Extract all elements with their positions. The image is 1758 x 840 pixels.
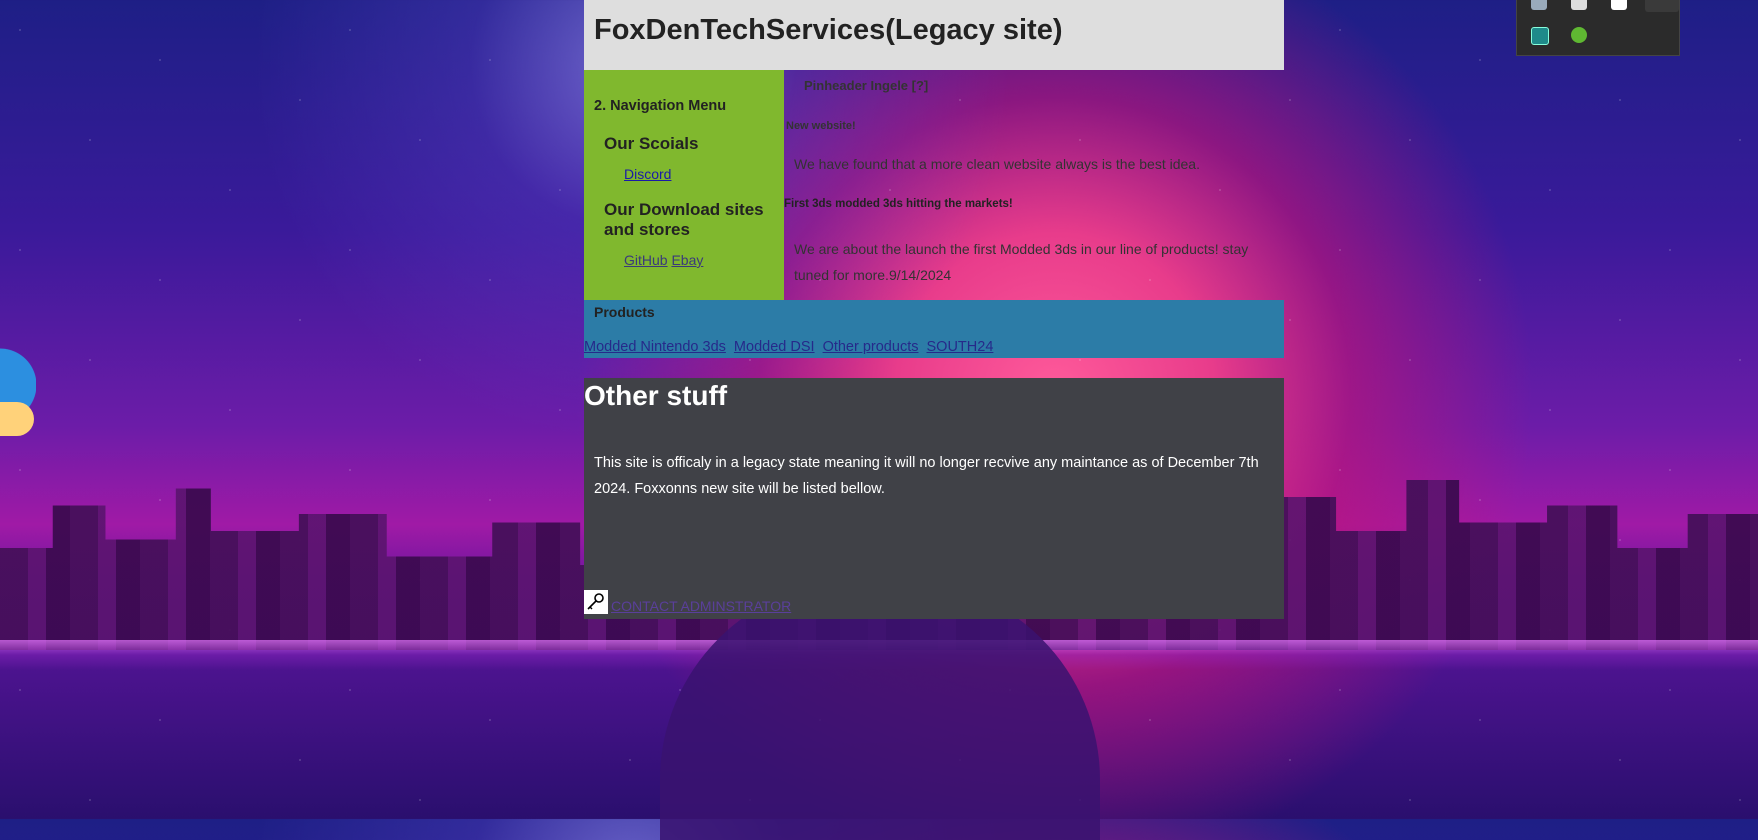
product-link-modded-3ds[interactable]: Modded Nintendo 3ds — [584, 339, 726, 355]
news-heading-new-website: New website! — [786, 120, 856, 132]
site-title: FoxDenTechServices(Legacy site) — [594, 14, 1063, 46]
product-link-modded-dsi[interactable]: Modded DSI — [734, 339, 815, 355]
contact-admin-link[interactable]: CONTACT ADMINSTRATOR — [611, 598, 791, 614]
news-paragraph-3ds: We are about the launch the first Modded… — [794, 241, 1249, 283]
app-icon[interactable] — [1531, 0, 1547, 10]
news-heading-3ds: First 3ds modded 3ds hitting the markets… — [784, 198, 1013, 210]
key-icon[interactable] — [584, 590, 608, 614]
navigation-menu: 2. Navigation Menu Our Scoials Discord O… — [584, 70, 784, 300]
fox-mascot-icon — [0, 330, 36, 440]
app-icon[interactable] — [1571, 0, 1587, 10]
app-icon[interactable] — [1611, 0, 1627, 10]
products-section: Products Modded Nintendo 3ds Modded DSI … — [584, 300, 1284, 358]
legacy-site-page: FoxDenTechServices(Legacy site) 2. Navig… — [584, 0, 1284, 619]
contact-admin: CONTACT ADMINSTRATOR — [584, 590, 791, 614]
products-title: Products — [594, 304, 655, 320]
site-header: FoxDenTechServices(Legacy site) — [584, 0, 1284, 70]
ai-icon[interactable] — [1531, 27, 1549, 45]
other-stuff-section: Other stuff This site is officaly in a l… — [584, 378, 1284, 619]
system-tray-overflow — [1516, 0, 1680, 56]
other-stuff-title: Other stuff — [584, 380, 728, 411]
legacy-notice-text: This site is officaly in a legacy state … — [594, 455, 1259, 497]
discord-link[interactable]: Discord — [624, 166, 671, 182]
news-paragraph-website: We have found that a more clean website … — [794, 156, 1200, 172]
news-content: Pinheader Ingele [?] New website! We hav… — [784, 70, 1284, 300]
news-heading-top: Pinheader Ingele [?] — [804, 78, 929, 93]
product-link-south24[interactable]: SOUTH24 — [927, 339, 994, 355]
nav-downloads-heading: Our Download sites and stores — [604, 200, 764, 239]
github-link[interactable]: GitHub — [624, 252, 668, 268]
nav-heading: 2. Navigation Menu — [594, 98, 727, 114]
ebay-link[interactable]: Ebay — [671, 252, 703, 268]
shield-check-icon[interactable] — [1571, 27, 1587, 43]
product-link-other[interactable]: Other products — [823, 339, 919, 355]
app-icon[interactable] — [1645, 0, 1679, 12]
nav-socials-heading: Our Scoials — [604, 134, 699, 153]
